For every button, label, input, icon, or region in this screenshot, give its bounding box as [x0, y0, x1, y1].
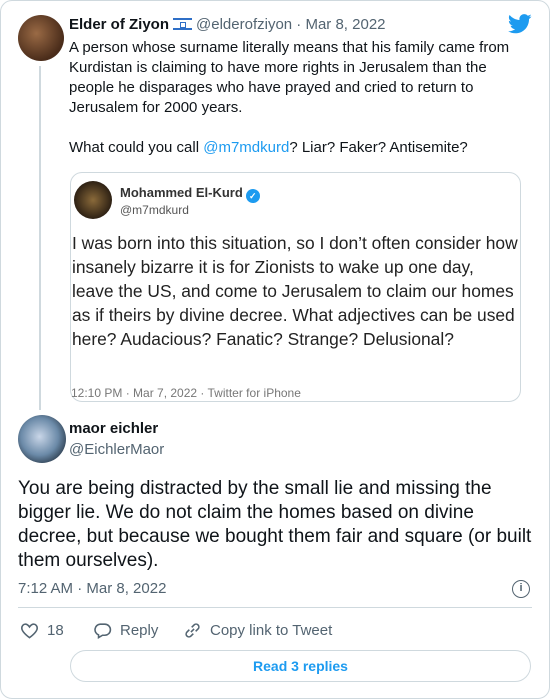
name-text: Mohammed El-Kurd	[120, 185, 243, 200]
tweet-header: Elder of Ziyon @elderofziyon · Mar 8, 202…	[69, 16, 386, 33]
like-button[interactable]: 18	[20, 621, 64, 640]
reply-timestamp[interactable]: 7:12 AM · Mar 8, 2022	[18, 580, 166, 597]
twitter-bird-icon[interactable]	[508, 14, 532, 34]
author-handle[interactable]: @elderofziyon	[196, 16, 292, 33]
tweet-paragraph: What could you call @m7mdkurd? Liar? Fak…	[69, 138, 529, 158]
reply-icon	[94, 623, 112, 640]
divider	[18, 607, 532, 608]
reply-text: You are being distracted by the small li…	[18, 478, 532, 571]
avatar-elder-of-ziyon[interactable]	[18, 15, 64, 61]
author-name[interactable]: Elder of Ziyon	[69, 16, 169, 33]
reply-button[interactable]: Reply	[93, 621, 158, 640]
mention-link[interactable]: @m7mdkurd	[203, 139, 289, 156]
quoted-tweet[interactable]: Mohammed El-Kurd ✓ @m7mdkurd I was born i…	[70, 172, 521, 402]
tweet-date[interactable]: · Mar 8, 2022	[296, 16, 385, 33]
text: ? Liar? Faker? Antisemite?	[289, 139, 468, 156]
like-count: 18	[47, 622, 64, 639]
quoted-handle: @m7mdkurd	[120, 203, 189, 217]
reply-label: Reply	[120, 622, 159, 639]
tweet-paragraph: A person whose surname literally means t…	[69, 39, 510, 116]
heart-icon	[21, 623, 38, 639]
read-replies-button[interactable]: Read 3 replies	[70, 650, 531, 682]
info-icon[interactable]: i	[512, 580, 530, 598]
quoted-meta: 12:10 PM · Mar 7, 2022 · Twitter for iPh…	[71, 386, 301, 400]
text: What could you call	[69, 139, 204, 156]
link-icon	[185, 623, 200, 638]
tweet-text: A person whose surname literally means t…	[69, 38, 529, 158]
verified-badge-icon: ✓	[245, 189, 260, 203]
reply-author-handle[interactable]: @EichlerMaor	[69, 441, 164, 458]
quoted-author-name: Mohammed El-Kurd ✓	[120, 185, 260, 203]
copy-link-button[interactable]: Copy link to Tweet	[183, 621, 332, 640]
avatar-maor-eichler[interactable]	[18, 415, 66, 463]
avatar-mohammed-el-kurd	[74, 181, 112, 219]
reply-author-name[interactable]: maor eichler	[69, 420, 158, 437]
thread-line	[39, 66, 41, 410]
copy-link-label: Copy link to Tweet	[210, 622, 333, 639]
israel-flag-icon	[173, 18, 193, 30]
quoted-text: I was born into this situation, so I don…	[72, 233, 518, 349]
